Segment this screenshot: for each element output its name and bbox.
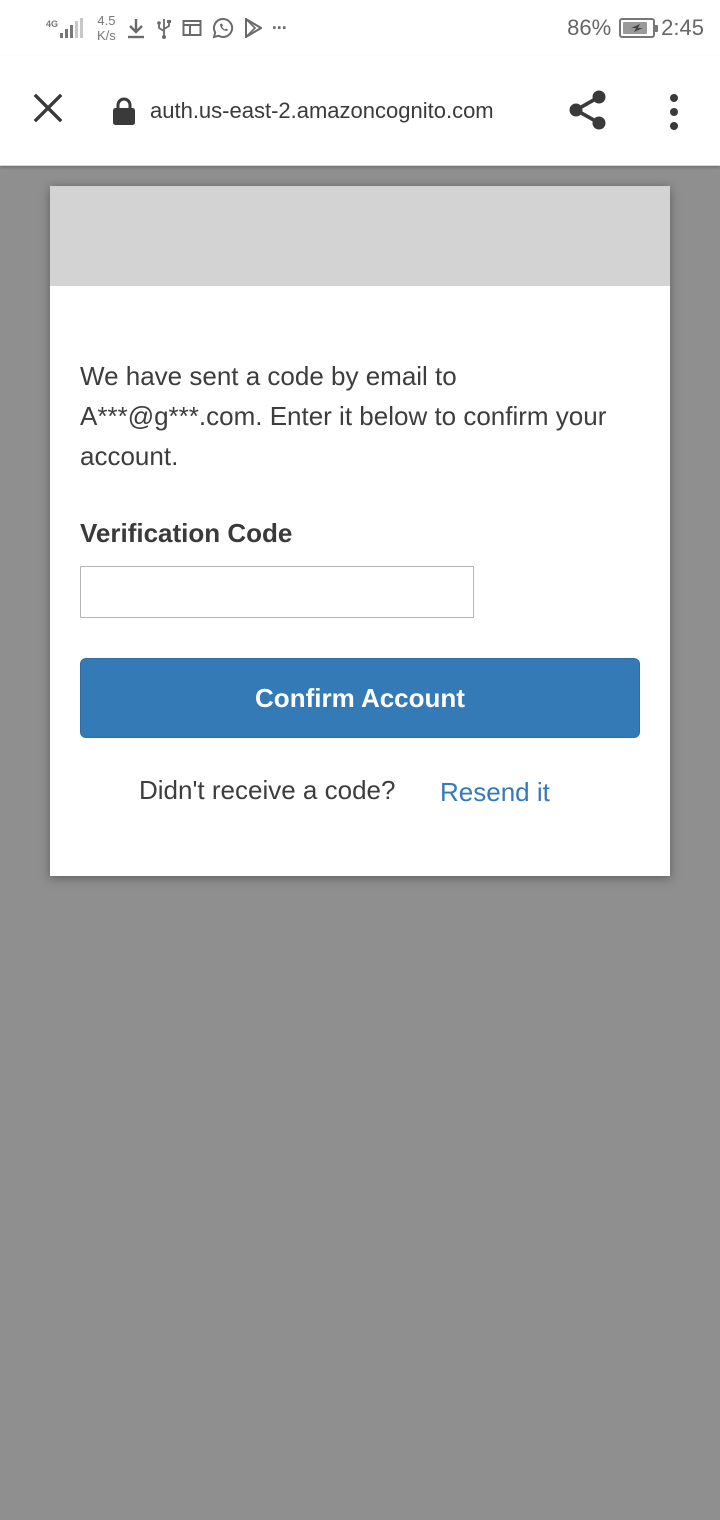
whatsapp-icon: [212, 17, 234, 39]
url-display[interactable]: auth.us-east-2.amazoncognito.com: [150, 96, 530, 126]
verification-code-input[interactable]: [80, 566, 474, 618]
battery-percent: 86%: [567, 15, 612, 40]
network-speed-value: 4.5: [97, 13, 116, 28]
verification-message: We have sent a code by email to A***@g**…: [80, 361, 607, 471]
confirm-account-button[interactable]: Confirm Account: [80, 658, 640, 738]
more-notifications-icon: ···: [271, 17, 288, 38]
browser-toolbar: auth.us-east-2.amazoncognito.com: [0, 56, 720, 166]
battery-icon: [619, 18, 659, 38]
status-left-group: 4G 4.5 K/s ···: [46, 10, 288, 46]
resend-question: Didn't receive a code?: [139, 775, 396, 805]
signal-strength-icon: [60, 18, 84, 38]
play-store-icon: [244, 18, 262, 38]
network-type: 4G: [46, 18, 59, 29]
network-speed: 4.5 K/s: [97, 13, 116, 43]
resend-row: Didn't receive a code? Resend it: [50, 772, 670, 812]
usb-icon: [156, 17, 172, 39]
download-icon: [126, 17, 146, 39]
share-icon[interactable]: [566, 88, 610, 132]
close-icon[interactable]: [28, 88, 68, 128]
clock: 2:45: [661, 15, 704, 40]
status-right-group: 86% 2:45: [567, 12, 704, 44]
more-vert-icon[interactable]: [660, 90, 688, 134]
resend-code-link[interactable]: Resend it: [440, 774, 550, 810]
status-bar: 4G 4.5 K/s ··· 86% 2:45: [0, 0, 720, 56]
card-header-banner: [50, 186, 670, 286]
verification-card: We have sent a code by email to A***@g**…: [50, 186, 670, 876]
network-speed-unit: K/s: [97, 28, 116, 43]
verification-code-label: Verification Code: [80, 518, 293, 548]
lock-icon: [112, 96, 136, 126]
screen-icon: [182, 19, 202, 37]
